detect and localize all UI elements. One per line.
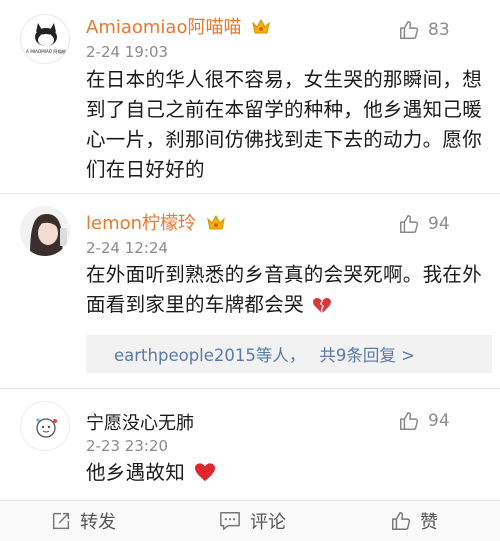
comment-text-body: 在外面听到熟悉的乡音真的会哭死啊。我在外面看到家里的车牌都会哭: [86, 263, 483, 316]
thumbs-up-icon: [400, 412, 419, 430]
like-action-button[interactable]: 赞: [390, 501, 438, 541]
thumbs-up-icon: [392, 512, 411, 530]
replies-link[interactable]: earthpeople2015等人， 共9条回复 >: [86, 335, 492, 373]
cat-logo-icon: A MIAOMIAO 阿喵喵: [26, 23, 66, 55]
forward-label: 转发: [80, 512, 116, 533]
forward-icon: [52, 512, 70, 530]
username[interactable]: 宁愿没心无肺: [86, 409, 194, 435]
comment-label: 评论: [250, 512, 286, 533]
comment-text: 他乡遇故知: [86, 458, 486, 491]
comment-text: 在外面听到熟悉的乡音真的会哭死啊。我在外面看到家里的车牌都会哭: [86, 260, 486, 323]
like-button[interactable]: 94: [398, 212, 498, 236]
username-label: lemon柠檬玲: [86, 213, 197, 234]
crown-badge-icon: [251, 18, 271, 41]
red-heart-icon: [194, 461, 216, 491]
avatar[interactable]: A MIAOMIAO 阿喵喵: [20, 14, 70, 64]
comment-time: 2-24 19:03: [86, 43, 169, 61]
drawing-avatar-icon: [36, 418, 57, 438]
like-count: 94: [428, 214, 450, 234]
comment-time: 2-23 23:20: [86, 437, 169, 455]
replies-count: 共9条回复 >: [319, 346, 415, 365]
username[interactable]: Amiaomiao阿喵喵: [86, 13, 271, 41]
avatar[interactable]: [20, 401, 70, 451]
crown-badge-icon: [206, 214, 226, 237]
username[interactable]: lemon柠檬玲: [86, 209, 226, 237]
username-label: Amiaomiao阿喵喵: [86, 17, 242, 38]
broken-heart-icon: [312, 293, 332, 323]
replies-summary: earthpeople2015等人， 共9条回复 >: [114, 346, 415, 365]
divider: [0, 193, 500, 194]
thumbs-up-icon: [400, 215, 419, 233]
like-button[interactable]: 94: [398, 409, 498, 433]
like-count: 94: [428, 411, 450, 431]
replies-users: earthpeople2015等人: [114, 346, 289, 365]
comment-icon: [220, 512, 240, 530]
comment-text: 在日本的华人很不容易，女生哭的那瞬间，想到了自己之前在本留学的种种，他乡遇知己暖…: [86, 68, 483, 181]
comment-text-body: 他乡遇故知: [86, 461, 186, 484]
forward-button[interactable]: 转发: [50, 501, 116, 541]
like-button[interactable]: 83: [398, 18, 498, 42]
like-label: 赞: [420, 512, 438, 533]
avatar-logo-text: A MIAOMIAO 阿喵喵: [26, 48, 66, 55]
divider: [0, 388, 500, 389]
bottom-action-bar: 转发 评论 赞: [0, 500, 500, 541]
like-count: 83: [428, 20, 450, 40]
avatar[interactable]: [20, 206, 70, 256]
comment-time: 2-24 12:24: [86, 239, 169, 257]
thumbs-up-icon: [400, 21, 419, 39]
profile-photo-icon: [20, 206, 70, 256]
comment-button[interactable]: 评论: [218, 501, 286, 541]
